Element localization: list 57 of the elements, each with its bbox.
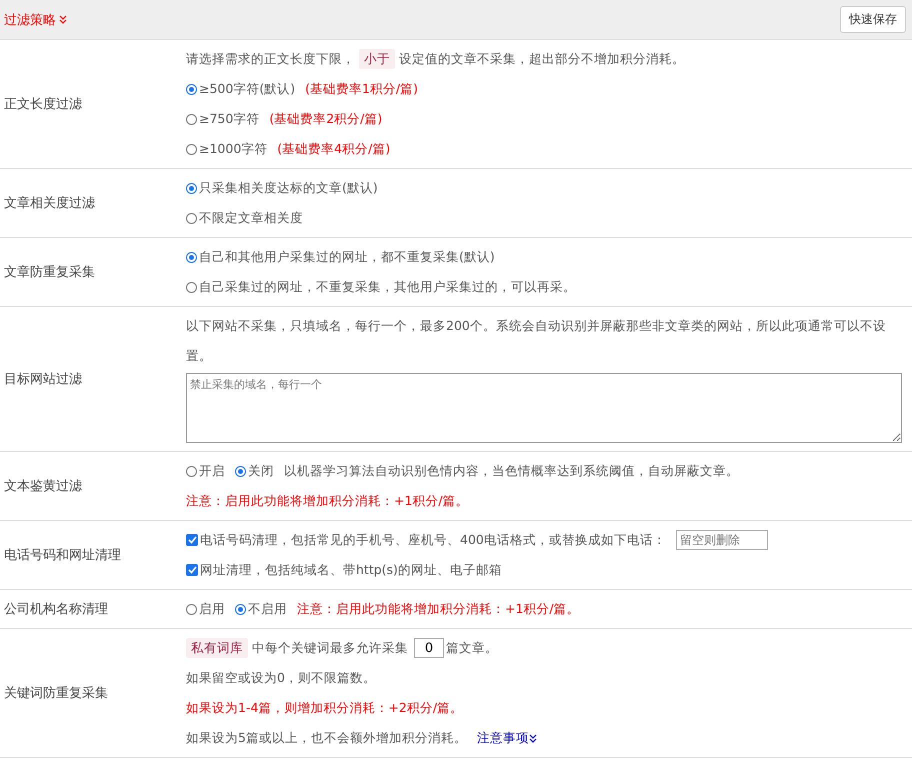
warning-text: 如果设为1-4篇，则增加积分消耗：+2积分/篇。 xyxy=(186,699,464,717)
row-label: 文本鉴黄过滤 xyxy=(4,478,82,495)
radio-button[interactable] xyxy=(186,84,197,94)
row-label: 关键词防重复采集 xyxy=(4,685,108,702)
warning-text: (基础费率1积分/篇) xyxy=(305,80,418,98)
domain-textarea[interactable]: 禁止采集的域名，每行一个 xyxy=(186,373,902,443)
keyword-tag: 小于 xyxy=(359,49,395,69)
description-text: 以下网站不采集，只填域名，每行一个，最多200个。系统会自动识别并屏蔽那些非文章类的网站，所以此项通常可以不设置。 xyxy=(186,317,887,365)
radio-button[interactable] xyxy=(235,604,246,614)
radio-label[interactable]: 不限定文章相关度 xyxy=(199,203,303,233)
row-label: 目标网站过滤 xyxy=(4,371,82,388)
radio-button[interactable] xyxy=(186,212,197,224)
radio-label[interactable]: ≥500字符(默认) xyxy=(199,74,296,104)
radio-button[interactable] xyxy=(186,114,197,124)
checkbox-label[interactable]: 电话号码清理，包括常见的手机号、座机号、400电话格式，或替换成如下电话： xyxy=(200,525,666,555)
description-text: 以机器学习算法自动识别色情内容，当色情概率达到系统阈值，自动屏蔽文章。 xyxy=(284,462,739,480)
warning-text: 注意：启用此功能将增加积分消耗：+1积分/篇。 xyxy=(297,600,580,618)
radio-button[interactable] xyxy=(186,282,197,292)
row-label: 文章相关度过滤 xyxy=(4,195,95,212)
radio-button[interactable] xyxy=(186,466,197,476)
checkbox[interactable] xyxy=(186,564,198,576)
radio-button[interactable] xyxy=(186,604,197,614)
radio-label[interactable]: 不启用 xyxy=(248,594,287,624)
phone-input[interactable]: 留空则删除 xyxy=(676,530,768,550)
radio-label[interactable]: 启用 xyxy=(199,594,225,624)
checkbox[interactable] xyxy=(186,534,198,546)
radio-label[interactable]: 关闭 xyxy=(248,456,274,486)
description-text: 篇文章。 xyxy=(446,639,498,657)
keyword-tag: 私有词库 xyxy=(186,638,248,658)
radio-label[interactable]: 只采集相关度达标的文章(默认) xyxy=(199,173,378,203)
row-label: 文章防重复采集 xyxy=(4,264,95,281)
radio-button[interactable] xyxy=(186,252,197,262)
radio-label[interactable]: ≥750字符 xyxy=(199,104,260,134)
save-button[interactable]: 快速保存 xyxy=(840,6,906,33)
row-label: 正文长度过滤 xyxy=(4,96,82,113)
radio-button[interactable] xyxy=(186,144,197,154)
chevron-down-icon xyxy=(59,15,67,24)
notes-link[interactable]: 注意事项 xyxy=(476,723,537,753)
radio-button[interactable] xyxy=(186,182,197,194)
description-text: 请选择需求的正文长度下限， xyxy=(186,50,355,68)
warning-text: (基础费率4积分/篇) xyxy=(277,140,390,158)
row-label: 电话号码和网址清理 xyxy=(4,547,121,564)
radio-label[interactable]: 开启 xyxy=(199,456,225,486)
description-text: 如果留空或设为0，则不限篇数。 xyxy=(186,669,376,687)
radio-label[interactable]: ≥1000字符 xyxy=(199,134,268,164)
warning-text: (基础费率2积分/篇) xyxy=(269,110,382,128)
description-text: 如果设为5篇或以上，也不会额外增加积分消耗。 xyxy=(186,729,467,747)
row-label: 公司机构名称清理 xyxy=(4,601,108,618)
radio-label[interactable]: 自己和其他用户采集过的网址，都不重复采集(默认) xyxy=(199,242,495,272)
chevron-down-icon xyxy=(528,734,537,742)
warning-text: 注意：启用此功能将增加积分消耗：+1积分/篇。 xyxy=(186,492,469,510)
radio-button[interactable] xyxy=(235,466,246,476)
description-text: 设定值的文章不采集，超出部分不增加积分消耗。 xyxy=(399,50,685,68)
checkbox-label[interactable]: 网址清理，包括纯域名、带http(s)的网址、电子邮箱 xyxy=(200,555,502,585)
radio-label[interactable]: 自己采集过的网址，不重复采集，其他用户采集过的，可以再采。 xyxy=(199,272,576,302)
count-input[interactable]: 0 xyxy=(414,638,444,658)
description-text: 中每个关键词最多允许采集 xyxy=(252,639,408,657)
